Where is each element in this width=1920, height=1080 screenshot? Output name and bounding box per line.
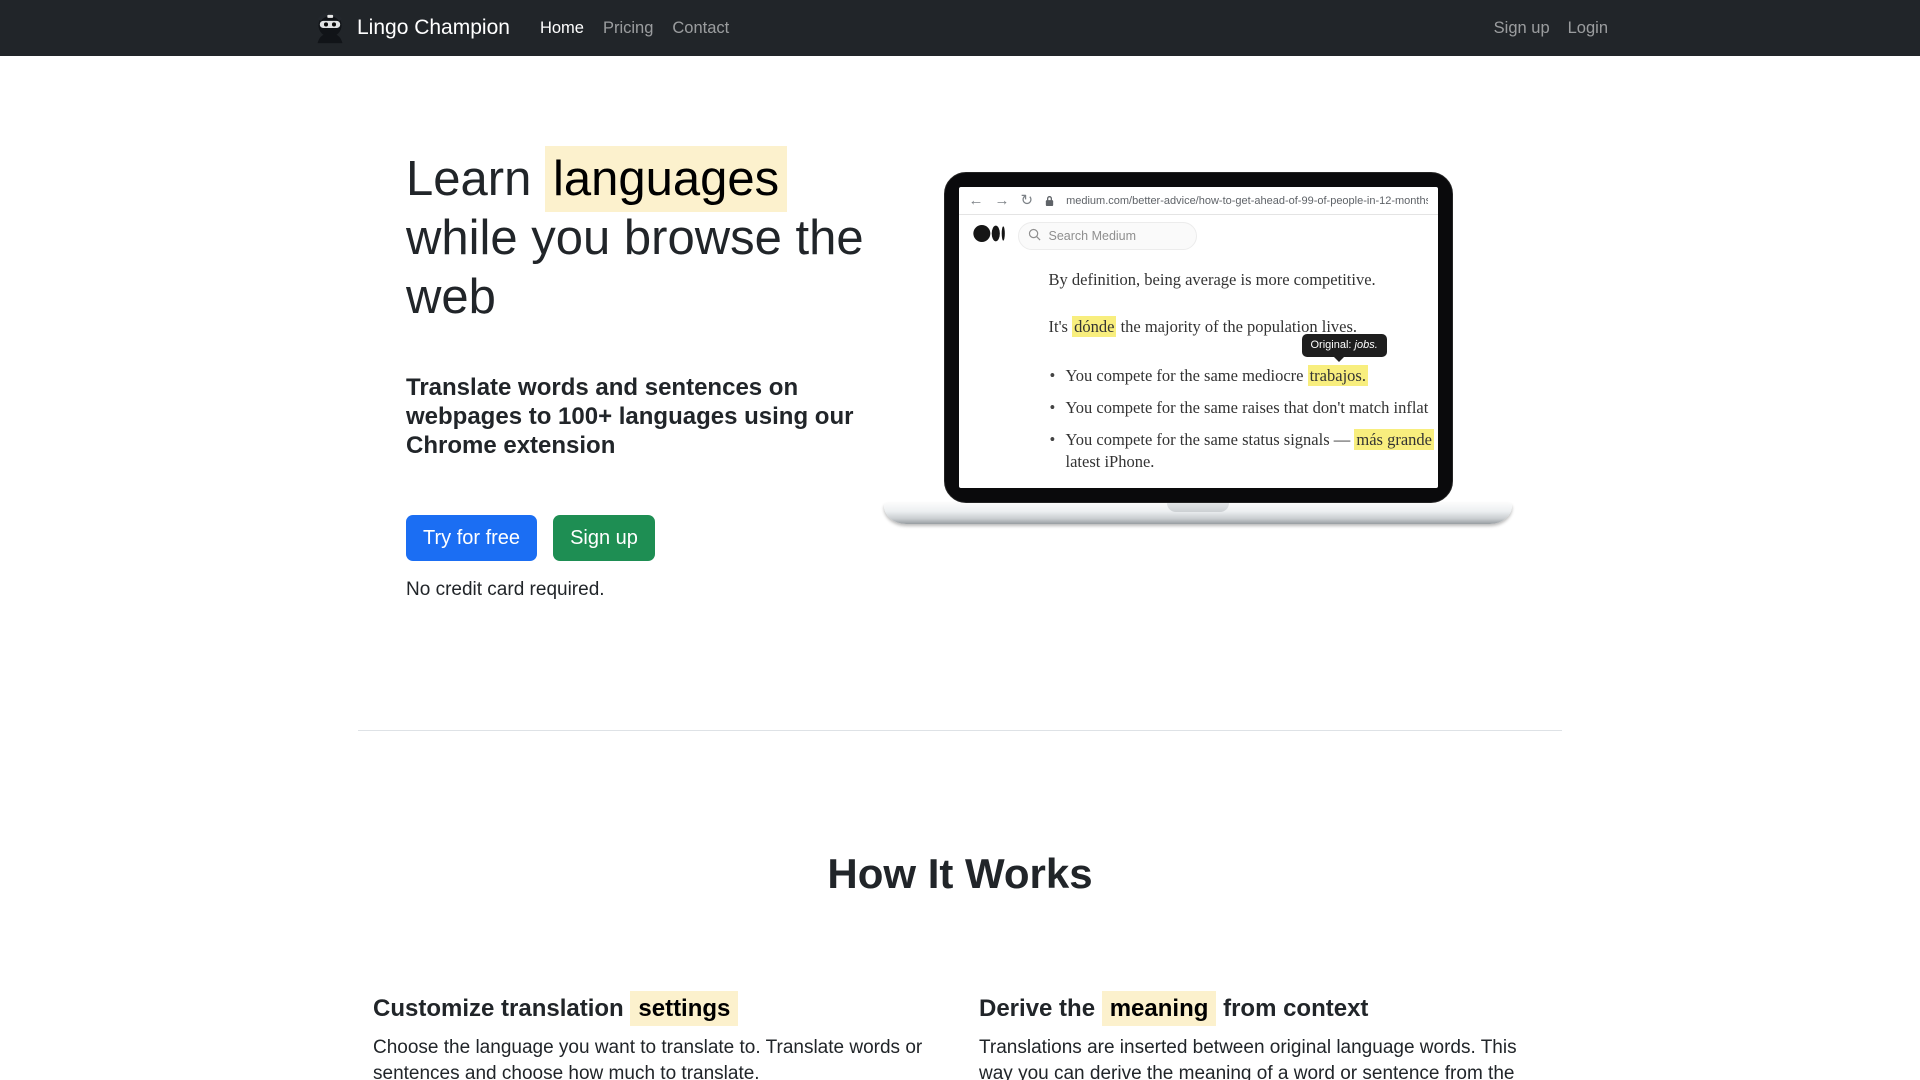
navbar: Lingo Champion Home Pricing Contact Sign… [0, 0, 1920, 56]
navbar-container: Lingo Champion Home Pricing Contact Sign… [312, 12, 1608, 44]
laptop-mockup: ← → ↻ medium.com/better-advice/how-to-ge… [884, 172, 1512, 524]
laptop-screen-content: ← → ↻ medium.com/better-advice/how-to-ge… [959, 187, 1438, 488]
feature-heading: Customize translation settings [373, 995, 941, 1023]
medium-header: Search Medium [959, 215, 1438, 257]
feature-heading-highlight: settings [630, 991, 738, 1026]
how-it-works-title: How It Works [358, 850, 1562, 898]
feature-body: Translations are inserted between origin… [979, 1035, 1547, 1080]
hero-title-highlight: languages [545, 146, 787, 212]
article-text: You compete for the same status signals … [1066, 430, 1355, 449]
browser-toolbar: ← → ↻ medium.com/better-advice/how-to-ge… [959, 187, 1438, 215]
hero-title: Learn languages while you browse the web [406, 150, 876, 326]
tooltip-label: Original: [1311, 339, 1355, 351]
tooltip-word: jobs. [1355, 339, 1378, 351]
list-item: You compete for the same mediocre trabaj… [1049, 365, 1438, 387]
hero-subtitle: Translate words and sentences on webpage… [406, 374, 876, 460]
main-container: Learn languages while you browse the web… [358, 56, 1562, 1080]
signup-button[interactable]: Sign up [553, 515, 655, 561]
medium-logo-icon[interactable] [973, 222, 1007, 250]
back-icon[interactable]: ← [969, 193, 984, 208]
article-text: You compete for the same mediocre [1066, 366, 1308, 385]
original-word-tooltip: Original: jobs. [1302, 334, 1387, 357]
url-bar[interactable]: medium.com/better-advice/how-to-get-ahea… [1066, 195, 1427, 207]
nav-link-login[interactable]: Login [1568, 19, 1608, 38]
reload-icon[interactable]: ↻ [1021, 193, 1034, 208]
search-icon [1028, 228, 1041, 244]
feature-heading: Derive the meaning from context [979, 995, 1547, 1023]
translated-word-highlight[interactable]: dónde [1072, 316, 1116, 337]
translated-word-highlight[interactable]: más grande [1354, 429, 1434, 450]
search-placeholder: Search Medium [1049, 229, 1137, 243]
hero-title-pre: Learn [406, 152, 545, 206]
no-credit-card-note: No credit card required. [406, 579, 876, 601]
brand-name: Lingo Champion [357, 16, 510, 40]
medium-search-input[interactable]: Search Medium [1018, 222, 1197, 250]
forward-icon[interactable]: → [995, 193, 1010, 208]
section-divider [358, 730, 1562, 731]
feature-columns: Customize translation settings Choose th… [358, 995, 1562, 1080]
nav-link-home[interactable]: Home [540, 19, 584, 38]
article-text: latest iPhone. [1066, 452, 1155, 471]
feature-heading-text: from context [1216, 995, 1368, 1022]
hero-title-post: while you browse the web [406, 211, 864, 324]
list-item: You compete for the same status signals … [1049, 429, 1438, 474]
hero-section: Learn languages while you browse the web… [358, 56, 1562, 601]
laptop-base [884, 503, 1512, 524]
hero-image-column: ← → ↻ medium.com/better-advice/how-to-ge… [884, 150, 1512, 601]
feature-heading-highlight: meaning [1102, 991, 1217, 1026]
article-paragraph: By definition, being average is more com… [1049, 269, 1438, 291]
article-text: You compete for the same raises that don… [1066, 398, 1429, 417]
nav-right-links: Sign up Login [1494, 19, 1608, 38]
brand[interactable]: Lingo Champion [312, 12, 510, 44]
feature-column-meaning: Derive the meaning from context Translat… [979, 995, 1547, 1080]
lock-icon [1044, 195, 1055, 207]
feature-column-settings: Customize translation settings Choose th… [373, 995, 941, 1080]
feature-body: Choose the language you want to translat… [373, 1035, 941, 1080]
nav-link-contact[interactable]: Contact [672, 19, 729, 38]
medium-article: By definition, being average is more com… [959, 257, 1438, 474]
nav-link-pricing[interactable]: Pricing [603, 19, 653, 38]
feature-heading-text: Derive the [979, 995, 1102, 1022]
try-for-free-button[interactable]: Try for free [406, 515, 537, 561]
nav-links: Home Pricing Contact [540, 19, 729, 38]
article-bullet-list: You compete for the same mediocre trabaj… [1049, 365, 1438, 474]
nav-link-signup[interactable]: Sign up [1494, 19, 1550, 38]
list-item: You compete for the same raises that don… [1049, 397, 1438, 419]
laptop-screen-bezel: ← → ↻ medium.com/better-advice/how-to-ge… [944, 172, 1453, 503]
translated-word-highlight[interactable]: trabajos. [1308, 365, 1368, 386]
hero-text-column: Learn languages while you browse the web… [406, 150, 876, 601]
feature-heading-text: Customize translation [373, 995, 630, 1022]
ninja-logo-icon [312, 12, 348, 44]
cta-row: Try for free Sign up [406, 515, 876, 561]
article-text: It's [1049, 317, 1073, 336]
